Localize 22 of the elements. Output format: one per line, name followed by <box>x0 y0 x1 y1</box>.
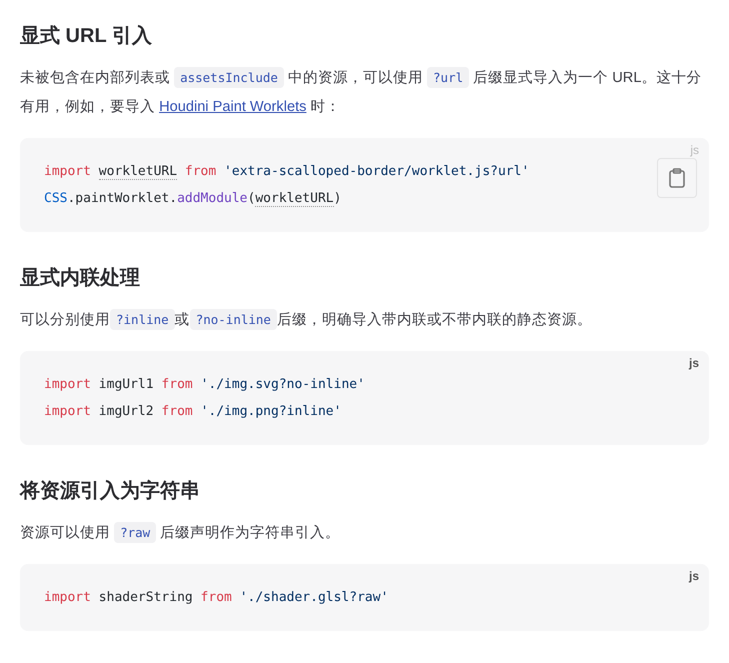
copy-button[interactable] <box>657 158 697 198</box>
clipboard-icon <box>668 168 686 188</box>
inline-code: ?raw <box>114 522 156 543</box>
inline-code: assetsInclude <box>174 67 284 88</box>
paragraph: 未被包含在内部列表或 assetsInclude 中的资源，可以使用 ?url 后缀显式导入为一个 URL。这十分有用，例如，要导入 Houdini Paint Worklets 时： <box>20 63 709 122</box>
inline-code: ?inline <box>110 309 175 330</box>
code-line: import imgUrl2 from './img.png?inline' <box>44 403 342 421</box>
language-label: js <box>688 356 699 370</box>
link[interactable]: Houdini Paint Worklets <box>159 99 306 115</box>
inline-code: ?no-inline <box>190 309 277 330</box>
code-line: import shaderString from './shader.glsl?raw' <box>44 589 388 607</box>
section-heading: 将资源引入为字符串 <box>20 478 201 504</box>
paragraph: 可以分别使用 ?inline 或 ?no-inline 后缀，明确导入带内联或不带内联的静态资源。 <box>20 305 709 335</box>
language-label: js <box>690 143 699 157</box>
code-line: CSS.paintWorklet.addModule(workletURL) <box>44 190 342 209</box>
section-heading: 显式 URL 引入 <box>20 24 153 49</box>
code-line: import imgUrl1 from './img.svg?no-inline' <box>44 376 365 394</box>
paragraph: 资源可以使用 ?raw 后缀声明作为字符串引入。 <box>20 518 709 548</box>
inline-code: ?url <box>427 67 470 88</box>
code-line: import workletURL from 'extra-scalloped-border/worklet.js?url' <box>44 163 530 182</box>
section-heading: 显式内联处理 <box>20 266 141 291</box>
language-label: js <box>688 569 699 583</box>
